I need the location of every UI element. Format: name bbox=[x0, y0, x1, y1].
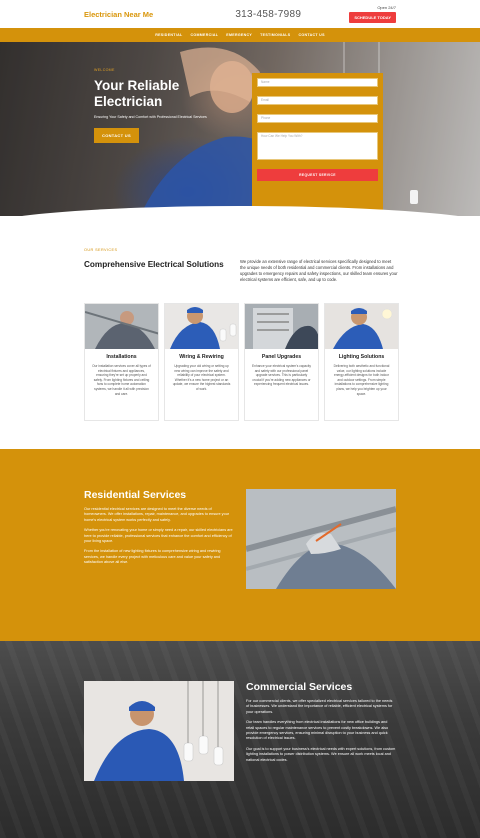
lighting-text: Delivering both aesthetic and functional… bbox=[333, 364, 390, 396]
nav-testimonials[interactable]: TESTIMONIALS bbox=[260, 33, 290, 37]
contact-us-button[interactable]: CONTACT US bbox=[94, 128, 139, 143]
commercial-image bbox=[84, 681, 234, 781]
residential-paragraph: Whether you're renovating your home or s… bbox=[84, 528, 233, 544]
nav-residential[interactable]: RESIDENTIAL bbox=[155, 33, 182, 37]
service-cards: Installations Our installation services … bbox=[84, 303, 399, 421]
lighting-image bbox=[325, 304, 398, 349]
services-description: We provide an extensive range of electri… bbox=[240, 259, 398, 282]
commercial-title: Commercial Services bbox=[246, 681, 353, 693]
services-title: Comprehensive Electrical Solutions bbox=[84, 260, 224, 269]
panel-upgrades-image bbox=[245, 304, 318, 349]
message-textarea[interactable]: How Can We Help You With? bbox=[257, 132, 378, 160]
wiring-image bbox=[165, 304, 238, 349]
installations-image bbox=[85, 304, 158, 349]
email-input[interactable]: Email bbox=[257, 96, 378, 105]
schedule-button[interactable]: SCHEDULE TODAY bbox=[349, 12, 396, 23]
phone-input[interactable]: Phone bbox=[257, 114, 378, 123]
hero-welcome: WELCOME bbox=[94, 68, 115, 72]
residential-text: Our residential electrical services are … bbox=[84, 507, 234, 571]
commercial-paragraph: For our commercial clients, we offer spe… bbox=[246, 699, 393, 714]
services-section: OUR SERVICES Comprehensive Electrical So… bbox=[0, 216, 480, 449]
service-card-installations[interactable]: Installations Our installation services … bbox=[84, 303, 159, 421]
services-label: OUR SERVICES bbox=[84, 248, 118, 252]
nav-emergency[interactable]: EMERGENCY bbox=[226, 33, 252, 37]
residential-paragraph: From the installation of new lighting fi… bbox=[84, 549, 221, 565]
request-service-button[interactable]: REQUEST SERVICE bbox=[257, 169, 378, 181]
nav-contact-us[interactable]: CONTACT US bbox=[298, 33, 324, 37]
commercial-text: For our commercial clients, we offer spe… bbox=[246, 699, 396, 768]
commercial-paragraph: Our goal is to support your business's e… bbox=[246, 746, 396, 762]
phone-number[interactable]: 313-458-7989 bbox=[235, 9, 301, 20]
main-nav: RESIDENTIAL COMMERCIAL EMERGENCY TESTIMO… bbox=[0, 28, 480, 42]
hero-title: Your Reliable Electrician bbox=[94, 78, 244, 109]
page: Electrician Near Me 313-458-7989 Open 24… bbox=[0, 0, 480, 838]
service-card-lighting[interactable]: Lighting Solutions Delivering both aesth… bbox=[324, 303, 399, 421]
panel-upgrades-text: Enhance your electrical system's capacit… bbox=[252, 364, 311, 387]
wiring-text: Upgrading your old wiring or setting up … bbox=[172, 364, 231, 391]
installations-text: Our installation services cover all type… bbox=[92, 364, 151, 396]
hero-title-line1: Your Reliable bbox=[94, 78, 180, 93]
service-card-panel-upgrades[interactable]: Panel Upgrades Enhance your electrical s… bbox=[244, 303, 319, 421]
nav-commercial[interactable]: COMMERCIAL bbox=[190, 33, 218, 37]
request-form: Name Email Phone How Can We Help You Wit… bbox=[252, 73, 383, 216]
hero-content: WELCOME Your Reliable Electrician Ensuri… bbox=[94, 68, 244, 143]
residential-title: Residential Services bbox=[84, 489, 187, 501]
residential-paragraph: Our residential electrical services are … bbox=[84, 507, 230, 522]
commercial-section: Commercial Services For our commercial c… bbox=[0, 641, 480, 838]
top-right: Open 24/7 SCHEDULE TODAY bbox=[349, 5, 396, 23]
commercial-paragraph: Our team handles everything from electri… bbox=[246, 720, 389, 741]
service-card-wiring[interactable]: Wiring & Rewiring Upgrading your old wir… bbox=[164, 303, 239, 421]
hero-subtitle: Ensuring Your Safety and Comfort with Pr… bbox=[94, 115, 207, 119]
brand-logo[interactable]: Electrician Near Me bbox=[84, 10, 153, 19]
hero-section: WELCOME Your Reliable Electrician Ensuri… bbox=[0, 42, 480, 216]
residential-section: Residential Services Our residential ele… bbox=[0, 449, 480, 641]
hero-title-line2: Electrician bbox=[94, 93, 163, 109]
open-hours: Open 24/7 bbox=[377, 5, 396, 10]
residential-image bbox=[246, 489, 396, 589]
name-input[interactable]: Name bbox=[257, 78, 378, 87]
top-bar: Electrician Near Me 313-458-7989 Open 24… bbox=[0, 0, 480, 28]
